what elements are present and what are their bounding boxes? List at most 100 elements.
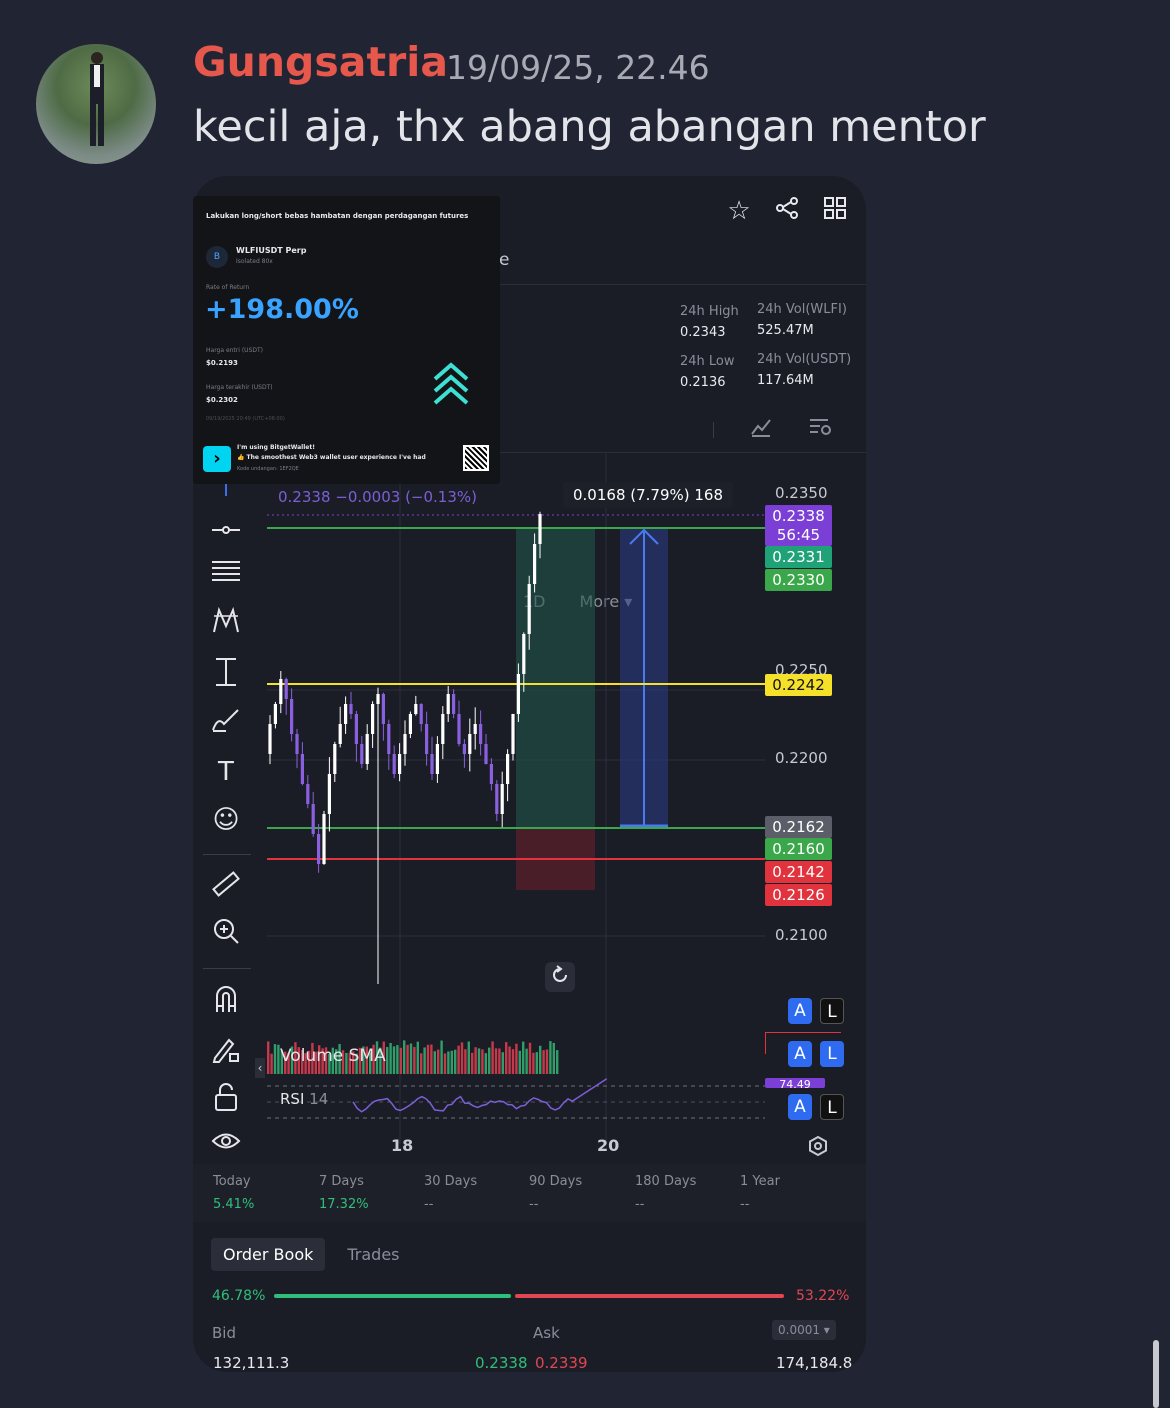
chart-area[interactable]: T ☺ 0.2338 −0.0003 (−0.13%) 0.0168 (7.79… (193, 454, 866, 1166)
long-position-profit-zone[interactable] (516, 528, 595, 828)
candle-body (516, 674, 520, 714)
candle-body (398, 754, 402, 774)
volume-bar (270, 1053, 273, 1074)
alert-button[interactable]: A (788, 1094, 812, 1120)
volume-bar (420, 1053, 423, 1074)
period-180-days: 180 Days -- (635, 1174, 697, 1212)
candle-body (452, 694, 456, 714)
candle-body (279, 679, 283, 704)
candle-body (473, 724, 477, 734)
volume-bar (457, 1045, 460, 1074)
candle-body (441, 714, 445, 744)
volume-bar (552, 1042, 555, 1074)
bitget-wallet-logo-icon: › (203, 446, 231, 472)
candle-body (344, 704, 348, 724)
card-mode: Isolated 80x (236, 258, 273, 265)
last-price-value: $0.2302 (206, 396, 238, 404)
ask-column-label: Ask (533, 1324, 560, 1342)
candle-body (457, 714, 461, 744)
candle-body (511, 714, 515, 754)
candle-body (387, 724, 391, 754)
candle-body (435, 744, 439, 774)
rsi-label: RSI 14 (280, 1090, 329, 1108)
volume-bar (525, 1048, 528, 1074)
bid-quantity: 132,111.3 (213, 1354, 290, 1372)
star-icon[interactable]: ☆ (726, 196, 752, 227)
precision-dropdown[interactable]: 0.0001 ▾ (772, 1320, 836, 1340)
volume-bar (518, 1050, 521, 1074)
volume-bar (437, 1049, 440, 1074)
card-pair: WLFIUSDT Perp (236, 246, 307, 255)
price-tag: 0.2330 (765, 569, 832, 591)
candle-body (522, 634, 526, 674)
qr-code (463, 445, 489, 471)
collapse-panel-icon[interactable]: ‹ (255, 1058, 265, 1078)
candle-body (500, 784, 504, 814)
promo-text: 👍 The smoothest Web3 wallet user experie… (237, 454, 426, 461)
stat-24h-low: 24h Low 0.2136 (680, 354, 735, 390)
indicator-icon[interactable] (750, 416, 772, 442)
line-button[interactable]: L (820, 1094, 844, 1120)
candle-body (268, 724, 272, 754)
scrollbar[interactable] (1153, 1340, 1159, 1408)
period-1-year: 1 Year -- (740, 1174, 780, 1212)
alert-button[interactable]: A (788, 1041, 812, 1067)
candle-body (365, 734, 369, 764)
volume-bar (505, 1042, 508, 1074)
chart-settings-icon[interactable] (808, 416, 832, 442)
volume-bar (406, 1044, 409, 1074)
volume-bar (494, 1048, 498, 1074)
alert-button[interactable]: A (788, 998, 812, 1024)
candle-body (349, 704, 353, 714)
ask-percentage: 53.22% (796, 1288, 850, 1304)
volume-bar (545, 1049, 549, 1074)
volume-label: Volume SMA (280, 1046, 386, 1066)
chart-settings-gear-icon[interactable] (807, 1135, 829, 1161)
volume-bar (467, 1041, 470, 1074)
rsi-value-tag: 74.49 (765, 1078, 825, 1088)
candle-body (468, 734, 472, 754)
message-author[interactable]: Gungsatria (193, 38, 448, 86)
rsi-line (352, 1078, 608, 1113)
tab-trades[interactable]: Trades (335, 1238, 411, 1271)
candle-body (495, 784, 499, 814)
tab-order-book[interactable]: Order Book (211, 1238, 326, 1271)
bid-column-label: Bid (212, 1324, 236, 1342)
share-icon[interactable] (774, 196, 800, 227)
user-avatar[interactable] (36, 44, 156, 164)
stat-24h-vol-usdt: 24h Vol(USDT) 117.64M (757, 352, 852, 388)
volume-bar (399, 1047, 402, 1074)
volume-bar (508, 1046, 511, 1074)
candle-body (425, 724, 429, 754)
volume-bar (474, 1047, 477, 1074)
volume-bar (477, 1048, 481, 1074)
x-label-20: 20 (597, 1136, 620, 1155)
period-7-days: 7 Days 17.32% (319, 1174, 369, 1212)
bitget-logo-icon (431, 359, 471, 413)
card-date: 09/19/2025 20:49 (UTC+08:00) (206, 416, 285, 422)
volume-bar (430, 1044, 433, 1074)
candle-body (327, 774, 331, 814)
reset-view-icon[interactable] (545, 962, 575, 992)
volume-bar (522, 1041, 525, 1074)
volume-bar (484, 1053, 487, 1074)
measure-readout: 0.0168 (7.79%) 168 (563, 482, 734, 508)
candle-body (392, 754, 396, 774)
period-performance-row: Today 5.41% 7 Days 17.32% 30 Days -- 90 Day… (193, 1164, 866, 1222)
candle-body (360, 744, 364, 764)
candle-body (419, 704, 423, 724)
volume-bar (396, 1045, 399, 1074)
entry-value: $0.2193 (206, 359, 238, 367)
line-button[interactable]: L (820, 1041, 844, 1067)
period-30-days: 30 Days -- (424, 1174, 478, 1212)
tf-divider (713, 422, 714, 438)
candle-body (408, 714, 412, 734)
candle-body (479, 724, 483, 744)
message-text: kecil aja, thx abang abangan mentor (193, 102, 986, 152)
candle-body (273, 704, 277, 724)
period-today: Today 5.41% (213, 1174, 255, 1212)
volume-bar (491, 1041, 494, 1074)
grid-icon[interactable] (822, 196, 848, 227)
line-button[interactable]: L (820, 998, 844, 1024)
pnl-share-card[interactable]: Lakukan long/short bebas hambatan dengan… (193, 196, 500, 484)
